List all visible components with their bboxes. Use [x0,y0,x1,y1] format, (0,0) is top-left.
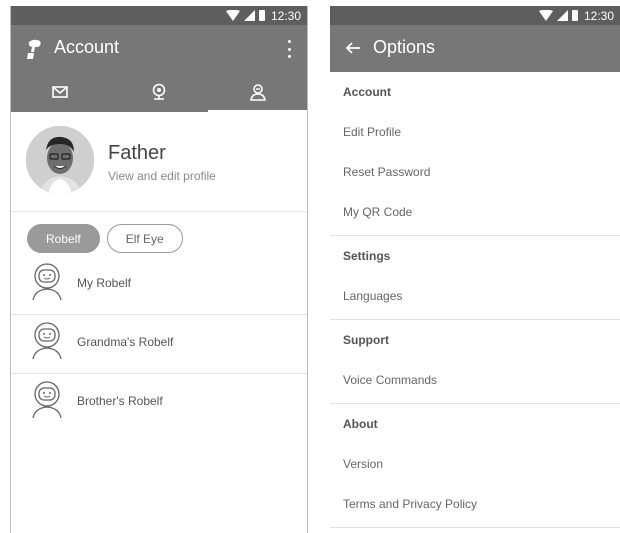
signal-icon [556,10,568,21]
webcam-icon [152,83,166,100]
page-title: Options [373,37,436,57]
option-qr-code[interactable]: My QR Code [330,192,620,232]
status-time: 12:30 [270,8,301,23]
robelf-logo-icon [27,39,41,59]
profile-header[interactable]: Father View and edit profile [11,112,307,212]
section-header-about: About [343,417,378,431]
tab-bar [11,72,307,112]
profile-name: Father [108,142,166,164]
robot-name: My Robelf [77,276,132,290]
option-reset-password[interactable]: Reset Password [330,152,620,192]
battery-icon [258,10,265,21]
back-arrow-icon[interactable] [345,40,361,56]
option-terms-privacy[interactable]: Terms and Privacy Policy [330,484,620,524]
robot-icon [32,263,62,301]
device-filter: Robelf Elf Eye [27,224,183,253]
tab-account[interactable] [208,72,307,112]
chip-robelf[interactable]: Robelf [27,224,100,253]
profile-photo [26,126,94,194]
option-languages[interactable]: Languages [330,276,620,316]
wifi-icon [538,10,553,21]
section-header-support: Support [343,333,389,347]
avatar [26,126,94,194]
robot-list: My Robelf Grandma's Robelf Brother's Rob… [11,256,307,433]
wifi-icon [225,10,240,21]
options-screen: 12:30 Options Account Edit Profile Reset… [330,6,620,533]
account-screen: 12:30 Account Father View and edit profi… [10,6,308,533]
person-icon [249,84,266,101]
profile-subtitle: View and edit profile [108,169,216,183]
page-title: Account [54,37,120,57]
options-list: Account Edit Profile Reset Password My Q… [330,72,620,528]
robot-name: Brother's Robelf [77,394,163,408]
option-voice-commands[interactable]: Voice Commands [330,360,620,400]
status-bar: 12:30 [11,6,307,25]
more-options-icon[interactable] [287,40,291,58]
robot-icon [32,381,62,419]
option-edit-profile[interactable]: Edit Profile [330,112,620,152]
battery-icon [571,10,578,21]
robot-name: Grandma's Robelf [77,335,174,349]
tab-messages[interactable] [11,72,110,112]
section-header-account: Account [343,85,391,99]
chip-elf-eye[interactable]: Elf Eye [106,224,183,253]
tab-camera[interactable] [110,72,209,112]
section-header-settings: Settings [343,249,391,263]
app-bar: Options [330,25,620,72]
status-time: 12:30 [583,8,614,23]
list-item[interactable]: Brother's Robelf [11,374,307,433]
app-bar: Account [11,25,307,72]
divider [330,527,620,528]
list-item[interactable]: My Robelf [11,256,307,315]
robot-icon [32,322,62,360]
mail-icon [52,86,69,98]
signal-icon [243,10,255,21]
option-version[interactable]: Version [330,444,620,484]
list-item[interactable]: Grandma's Robelf [11,315,307,374]
status-bar: 12:30 [330,6,620,25]
